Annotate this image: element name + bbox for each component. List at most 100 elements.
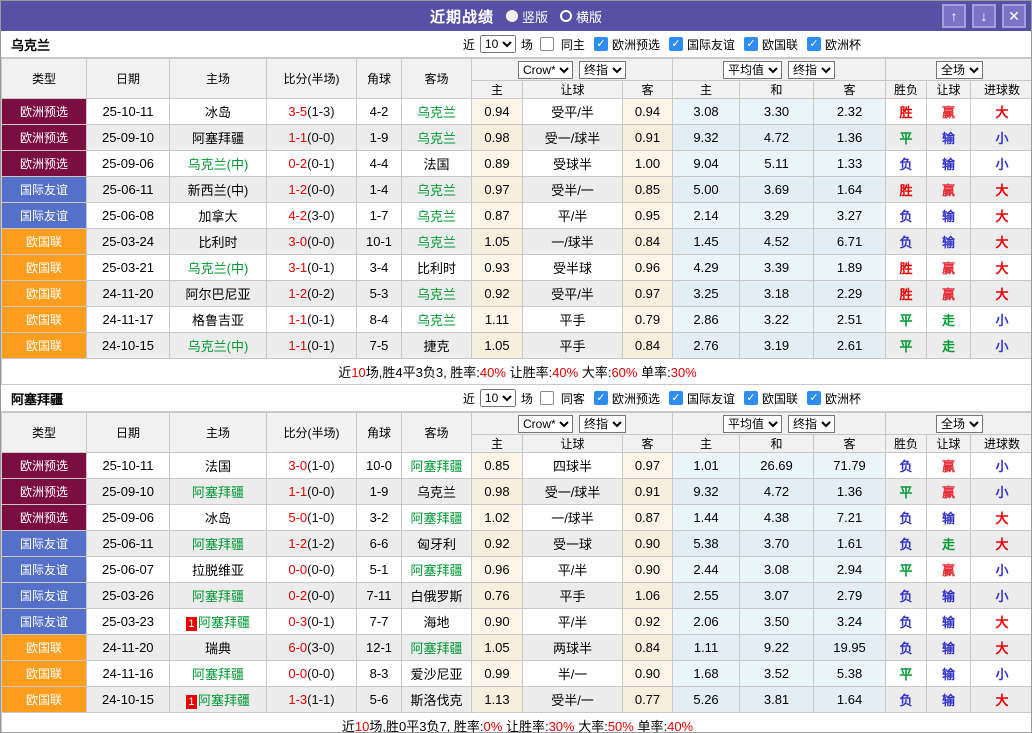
home-team: 1阿塞拜疆 <box>170 609 267 635</box>
handicap-result: 赢 <box>927 281 971 307</box>
team-name: 阿塞拜疆 <box>11 389 63 408</box>
competition-checkbox-friendly[interactable]: ✓ <box>669 391 683 405</box>
halftime-score: (0-0) <box>307 588 334 603</box>
competition-checkbox-euro-cup[interactable]: ✓ <box>807 391 821 405</box>
away-team-name: 乌克兰 <box>417 235 456 250</box>
handicap-result: 输 <box>927 203 971 229</box>
away-team: 爱沙尼亚 <box>402 661 472 687</box>
home-odds: 0.92 <box>472 531 523 557</box>
avg-away-odds: 1.36 <box>814 479 886 505</box>
competition-checkbox-nations-league[interactable]: ✓ <box>744 391 758 405</box>
match-result: 平 <box>886 557 927 583</box>
competition-label[interactable]: 欧洲杯 <box>825 390 861 407</box>
competition-checkbox-friendly[interactable]: ✓ <box>669 37 683 51</box>
move-up-button[interactable]: ↑ <box>942 4 966 28</box>
match-result: 平 <box>886 333 927 359</box>
scope-select[interactable]: 全场 <box>936 415 983 433</box>
same-venue-checkbox[interactable] <box>540 391 554 405</box>
avg-home-odds: 2.14 <box>673 203 740 229</box>
competition-type: 国际友谊 <box>2 583 87 609</box>
competition-label[interactable]: 国际友谊 <box>687 390 735 407</box>
match-result: 胜 <box>886 177 927 203</box>
competition-type: 欧国联 <box>2 281 87 307</box>
home-team-name: 阿塞拜疆 <box>192 589 244 604</box>
away-odds: 0.84 <box>623 333 673 359</box>
average-select[interactable]: 平均值 <box>723 61 782 79</box>
competition-type: 欧洲预选 <box>2 453 87 479</box>
corners: 4-2 <box>357 99 402 125</box>
competition-label[interactable]: 欧国联 <box>762 390 798 407</box>
radio-unselected-icon[interactable] <box>560 10 572 22</box>
score: 5-0(1-0) <box>267 505 357 531</box>
same-venue-label[interactable]: 同主 <box>561 36 585 53</box>
handicap-line: 受平/半 <box>523 281 623 307</box>
competition-checkbox-nations-league[interactable]: ✓ <box>744 37 758 51</box>
competition-checkbox-euro-qualifiers[interactable]: ✓ <box>594 37 608 51</box>
halftime-score: (0-0) <box>307 182 334 197</box>
summary-segment: 近 <box>342 719 355 733</box>
view-toggle-vertical[interactable]: 竖版 <box>506 7 548 26</box>
match-row: 欧国联24-11-16阿塞拜疆0-0(0-0)8-3爱沙尼亚0.99半/一0.9… <box>2 661 1032 687</box>
competition-checkbox-euro-cup[interactable]: ✓ <box>807 37 821 51</box>
scope-select[interactable]: 全场 <box>936 61 983 79</box>
match-row: 欧国联24-11-20阿尔巴尼亚1-2(0-2)5-3乌克兰0.92受平/半0.… <box>2 281 1032 307</box>
handicap-line: 平/半 <box>523 609 623 635</box>
match-result: 负 <box>886 687 927 713</box>
away-team: 比利时 <box>402 255 472 281</box>
handicap-result: 赢 <box>927 453 971 479</box>
competition-label[interactable]: 欧国联 <box>762 36 798 53</box>
vertical-view-label[interactable]: 竖版 <box>522 7 548 26</box>
filter-controls: 近 10 场 同主 ✓ 欧洲预选 ✓ 国际友谊 ✓ 欧国联 ✓ 欧洲杯 <box>463 35 861 53</box>
goals-result: 大 <box>971 255 1032 281</box>
away-team-name: 乌克兰 <box>417 313 456 328</box>
competition-type: 欧国联 <box>2 635 87 661</box>
same-venue-label[interactable]: 同客 <box>561 390 585 407</box>
match-result: 胜 <box>886 281 927 307</box>
away-odds: 0.85 <box>623 177 673 203</box>
goals-result: 大 <box>971 281 1032 307</box>
close-button[interactable]: ✕ <box>1002 4 1026 28</box>
handicap-line: 受一球 <box>523 531 623 557</box>
column-header-corners: 角球 <box>357 59 402 99</box>
odds-source-select[interactable]: Crow* <box>518 61 573 79</box>
goals-result: 小 <box>971 479 1032 505</box>
avg-home-odds: 1.68 <box>673 661 740 687</box>
competition-label[interactable]: 国际友谊 <box>687 36 735 53</box>
competition-checkbox-euro-qualifiers[interactable]: ✓ <box>594 391 608 405</box>
home-team-name: 阿塞拜疆 <box>192 537 244 552</box>
handicap-line: 受平/半 <box>523 99 623 125</box>
away-odds: 0.96 <box>623 255 673 281</box>
odds-group-header: Crow* 终指 <box>472 59 673 81</box>
view-toggle-horizontal[interactable]: 横版 <box>560 7 602 26</box>
summary-segment: 让胜率: <box>506 365 552 380</box>
halftime-score: (1-0) <box>307 458 334 473</box>
avg-away-odds: 19.95 <box>814 635 886 661</box>
final-odds-select[interactable]: 终指 <box>579 415 626 433</box>
final-odds-select[interactable]: 终指 <box>579 61 626 79</box>
horizontal-view-label[interactable]: 横版 <box>576 7 602 26</box>
handicap-result: 赢 <box>927 557 971 583</box>
final-odds-select-2[interactable]: 终指 <box>788 61 835 79</box>
match-count-select[interactable]: 10 <box>480 35 516 53</box>
goals-result: 小 <box>971 151 1032 177</box>
column-header-score: 比分(半场) <box>267 59 357 99</box>
score: 0-2(0-1) <box>267 151 357 177</box>
fulltime-score: 1-1 <box>288 484 307 499</box>
competition-label[interactable]: 欧洲预选 <box>612 36 660 53</box>
halftime-score: (0-1) <box>307 312 334 327</box>
competition-label[interactable]: 欧洲杯 <box>825 36 861 53</box>
same-venue-checkbox[interactable] <box>540 37 554 51</box>
match-date: 25-10-11 <box>87 99 170 125</box>
fulltime-score: 1-1 <box>288 130 307 145</box>
match-count-select[interactable]: 10 <box>480 389 516 407</box>
halftime-score: (1-0) <box>307 510 334 525</box>
final-odds-select-2[interactable]: 终指 <box>788 415 835 433</box>
avg-draw-odds: 3.18 <box>740 281 814 307</box>
radio-selected-icon[interactable] <box>506 10 518 22</box>
average-select[interactable]: 平均值 <box>723 415 782 433</box>
red-card-badge: 1 <box>186 695 197 709</box>
halftime-score: (0-0) <box>307 666 334 681</box>
competition-label[interactable]: 欧洲预选 <box>612 390 660 407</box>
odds-source-select[interactable]: Crow* <box>518 415 573 433</box>
move-down-button[interactable]: ↓ <box>972 4 996 28</box>
